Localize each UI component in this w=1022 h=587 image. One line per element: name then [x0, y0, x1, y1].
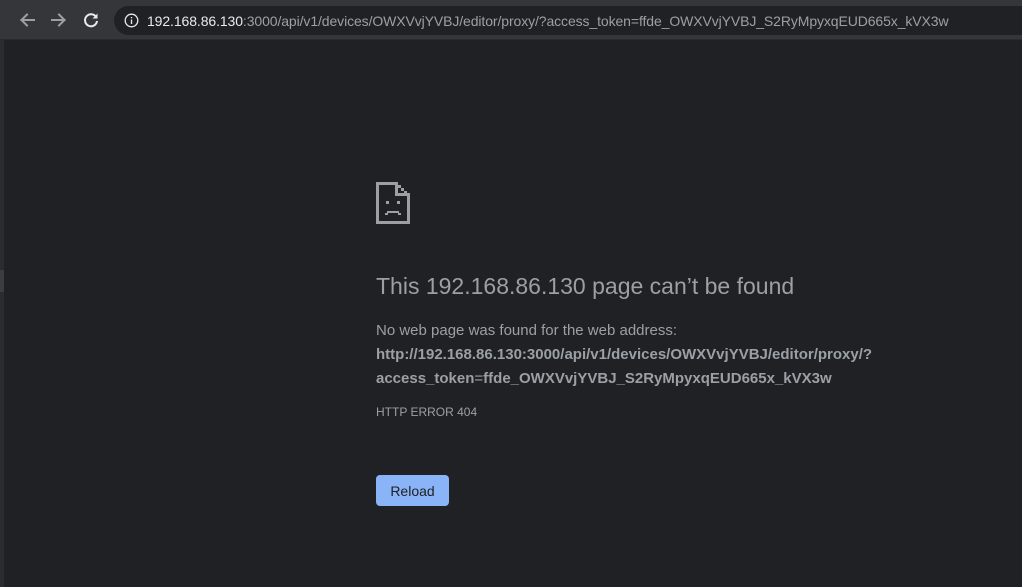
address-bar[interactable]: 192.168.86.130:3000/api/v1/devices/OWXVv…: [114, 6, 1022, 35]
description-text: No web page was found for the web addres…: [376, 322, 678, 339]
requested-url-token-value: ffde_OWXVvjYVBJ_S2RyMpyxqEUD665x_kVX3w: [483, 370, 832, 387]
side-panel-handle[interactable]: [0, 270, 4, 292]
back-button[interactable]: [13, 6, 41, 34]
info-icon[interactable]: [124, 13, 139, 28]
url-path: :3000/api/v1/devices/OWXVvjYVBJ/editor/p…: [242, 13, 949, 29]
requested-url: http://192.168.86.130:3000/api/v1/device…: [376, 346, 872, 387]
reload-icon: [84, 13, 98, 28]
arrow-right-icon: [51, 13, 66, 27]
error-code: HTTP ERROR 404: [376, 405, 478, 419]
requested-url-token-key: access_token: [376, 370, 475, 387]
url-text[interactable]: 192.168.86.130:3000/api/v1/devices/OWXVv…: [147, 13, 949, 29]
sad-page-icon: [376, 182, 410, 224]
reload-page-button[interactable]: Reload: [376, 475, 449, 506]
reload-button[interactable]: [77, 6, 105, 34]
url-host: 192.168.86.130: [147, 13, 243, 29]
requested-url-line1: http://192.168.86.130:3000/api/v1/device…: [376, 346, 873, 363]
error-description: No web page was found for the web addres…: [376, 319, 916, 391]
side-panel-edge: [0, 40, 4, 587]
browser-toolbar: 192.168.86.130:3000/api/v1/devices/OWXVv…: [0, 0, 1022, 40]
arrow-left-icon: [20, 13, 35, 27]
forward-button[interactable]: [45, 6, 73, 34]
page-title: This 192.168.86.130 page can’t be found: [376, 273, 795, 299]
requested-url-equals: =: [474, 370, 484, 387]
